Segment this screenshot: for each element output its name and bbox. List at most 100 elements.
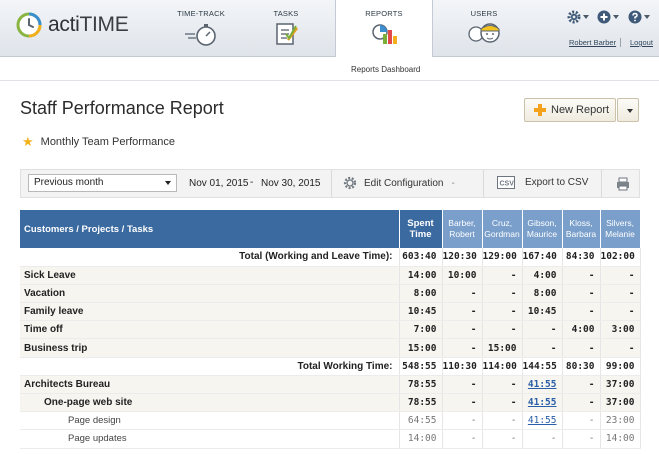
- star-icon[interactable]: ★: [22, 134, 34, 150]
- logout-link[interactable]: Logout: [630, 38, 653, 47]
- cell-value: 120:30: [442, 248, 483, 267]
- nav-label-users: USERS: [470, 9, 498, 18]
- performance-report-table: Customers / Projects / Tasks Spent Time …: [20, 210, 641, 449]
- column-header-user[interactable]: Barber, Robert: [442, 210, 483, 248]
- table-row-task[interactable]: Page updates 14:00 - - - - 14:00: [20, 429, 641, 449]
- cell-value: 10:00: [442, 266, 483, 285]
- gear-icon: [567, 10, 581, 24]
- nav-tab-reports[interactable]: REPORTS: [335, 0, 433, 58]
- row-label: Total (Working and Leave Time):: [20, 248, 400, 267]
- cell-value: 14:00: [399, 429, 443, 449]
- cell-value: -: [482, 284, 523, 304]
- date-to[interactable]: Nov 30, 2015: [261, 178, 321, 189]
- table-row-total-working: Total Working Time: 548:55 110:30 114:00…: [20, 357, 641, 376]
- cell-value: -: [482, 320, 523, 340]
- nav-tab-time-track[interactable]: TIME-TRACK: [165, 0, 237, 57]
- cell-value: 8:00: [399, 284, 443, 304]
- svg-text:CSV: CSV: [500, 181, 515, 188]
- cell-value: -: [600, 302, 641, 322]
- cell-value: -: [562, 302, 601, 322]
- chevron-down-icon: [583, 15, 589, 19]
- cell-value: 8:00: [522, 284, 563, 304]
- settings-menu[interactable]: [567, 8, 589, 26]
- table-row-customer[interactable]: Architects Bureau 78:55 - - 41:55 - 37:0…: [20, 375, 641, 395]
- row-label: Total Working Time:: [20, 357, 400, 376]
- row-label: Page design: [20, 411, 400, 431]
- edit-configuration-label: Edit Configuration: [364, 177, 444, 189]
- column-header-user[interactable]: Silvers, Melanie: [600, 210, 641, 248]
- cell-value: -: [562, 284, 601, 304]
- table-row-task[interactable]: Page design 64:55 - - 41:55 - 23:00: [20, 411, 641, 431]
- cell-value: -: [562, 338, 601, 358]
- cell-value: -: [522, 320, 563, 340]
- new-report-dropdown-button[interactable]: [617, 98, 639, 122]
- cell-value: 84:30: [562, 248, 601, 267]
- row-label: Time off: [20, 320, 400, 340]
- cell-value: -: [442, 284, 483, 304]
- cell-value: 37:00: [600, 393, 641, 413]
- nav-label-reports: REPORTS: [365, 9, 403, 18]
- csv-file-icon: CSV: [497, 176, 515, 189]
- logo-text-part-1: acti: [48, 13, 80, 36]
- plus-icon: [534, 104, 546, 116]
- new-report-button[interactable]: New Report: [524, 98, 616, 122]
- nav-tab-users[interactable]: USERS: [450, 0, 518, 57]
- cell-value: -: [482, 375, 523, 395]
- cell-value: 603:40: [399, 248, 443, 267]
- divider: [483, 170, 484, 197]
- row-label: One-page web site: [20, 393, 400, 413]
- cell-value: -: [442, 429, 483, 449]
- cell-value: -: [442, 375, 483, 395]
- table-row: Sick Leave 14:00 10:00 - 4:00 - -: [20, 266, 641, 285]
- column-header-customers[interactable]: Customers / Projects / Tasks: [20, 210, 400, 248]
- user-header-line-1: Cruz,: [491, 218, 513, 228]
- cell-value: 14:00: [399, 266, 443, 285]
- app-logo[interactable]: actiTIME: [16, 12, 129, 38]
- column-header-user[interactable]: Kloss, Barbara: [562, 210, 601, 248]
- cell-value-link[interactable]: 41:55: [522, 411, 563, 431]
- table-row-total-all: Total (Working and Leave Time): 603:40 1…: [20, 248, 641, 267]
- user-profile-link[interactable]: Robert Barber: [569, 38, 616, 47]
- cell-value: 10:45: [399, 302, 443, 322]
- nav-tab-tasks[interactable]: TASKS: [250, 0, 322, 57]
- row-label: Sick Leave: [20, 266, 400, 285]
- cell-value: 37:00: [600, 375, 641, 395]
- cell-value: -: [562, 266, 601, 285]
- printer-icon[interactable]: [616, 177, 630, 191]
- column-header-user[interactable]: Gibson, Maurice: [522, 210, 563, 248]
- table-row: Family leave 10:45 - - 10:45 - -: [20, 302, 641, 322]
- edit-configuration-button[interactable]: Edit Configuration -: [343, 176, 455, 190]
- column-header-user[interactable]: Cruz, Gordman: [482, 210, 523, 248]
- date-from[interactable]: Nov 01, 2015: [189, 178, 249, 189]
- column-header-spent-time[interactable]: Spent Time: [399, 210, 443, 248]
- clock-logo-icon: [16, 12, 42, 38]
- chevron-down-icon: [627, 109, 633, 113]
- row-label: Business trip: [20, 338, 400, 358]
- page-title: Staff Performance Report: [20, 98, 224, 118]
- cell-value-link[interactable]: 41:55: [522, 393, 563, 413]
- cell-value: -: [562, 411, 601, 431]
- user-header-line-2: Robert: [449, 229, 475, 239]
- cell-value: -: [562, 375, 601, 395]
- sub-navigation: Reports Dashboard: [0, 57, 659, 81]
- period-select[interactable]: Previous month: [28, 174, 177, 192]
- export-csv-button[interactable]: CSV Export to CSV: [497, 176, 588, 189]
- spent-time-line-2: Time: [409, 229, 432, 240]
- help-menu[interactable]: [628, 8, 650, 26]
- cell-value: -: [442, 393, 483, 413]
- cell-value: 110:30: [442, 357, 483, 376]
- row-label: Family leave: [20, 302, 400, 322]
- cell-value-link[interactable]: 41:55: [522, 375, 563, 395]
- cell-value: -: [442, 320, 483, 340]
- table-row-project[interactable]: One-page web site 78:55 - - 41:55 - 37:0…: [20, 393, 641, 413]
- cell-value: 3:00: [600, 320, 641, 340]
- new-report-label: New Report: [551, 104, 610, 116]
- reports-dashboard-link[interactable]: Reports Dashboard: [351, 65, 420, 74]
- chevron-down-icon: [644, 15, 650, 19]
- top-navigation-bar: actiTIME TIME-TRACK TASKS REPORTS USERS …: [0, 0, 659, 58]
- add-menu[interactable]: [597, 8, 619, 26]
- users-icon: [468, 23, 500, 43]
- cell-value: -: [442, 338, 483, 358]
- table-row: Business trip 15:00 - 15:00 - - -: [20, 338, 641, 358]
- cell-value: 7:00: [399, 320, 443, 340]
